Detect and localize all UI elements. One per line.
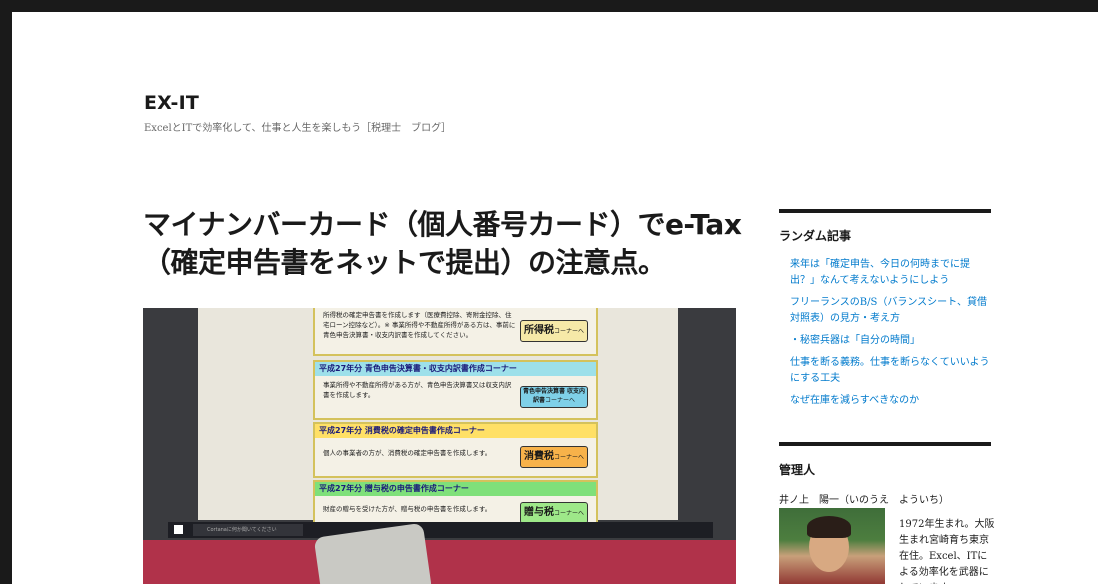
random-posts-title: ランダム記事 <box>779 229 852 243</box>
section-header: 平成27年分 消費税の確定申告書作成コーナー <box>315 424 596 438</box>
featured-image[interactable]: 所得税の確定申告書を作成します（医療費控除、寄附金控除、住宅ローン控除など）。※… <box>143 308 736 584</box>
random-post-link[interactable]: フリーランスのB/S（バランスシート、貸借対照表）の見方・考え方 <box>790 295 994 327</box>
author-widget-title: 管理人 <box>779 463 816 477</box>
author-name: 井ノ上 陽一（いのうえ よういち） <box>779 495 949 506</box>
section-income-tax: 所得税の確定申告書を作成します（医療費控除、寄附金控除、住宅ローン控除など）。※… <box>313 308 598 356</box>
widget-divider <box>779 442 991 446</box>
gift-tax-button: 贈与税コーナーへ <box>520 502 588 524</box>
section-blue-return: 平成27年分 青色申告決算書・収支内訳書作成コーナー 事業所得や不動産所得がある… <box>313 360 598 420</box>
section-gift-tax: 平成27年分 贈与税の申告書作成コーナー 財産の贈与を受けた方が、贈与税の申告書… <box>313 480 598 524</box>
site-description: ExcelとITで効率化して、仕事と人生を楽しもう［税理士 ブログ］ <box>144 123 452 134</box>
widget-divider <box>779 209 991 213</box>
consumption-tax-button: 消費税コーナーへ <box>520 446 588 468</box>
income-tax-button: 所得税コーナーへ <box>520 320 588 342</box>
windows-taskbar: Cortanaに何か聞いてください <box>168 522 713 538</box>
section-header: 平成27年分 青色申告決算書・収支内訳書作成コーナー <box>315 362 596 376</box>
blue-return-button: 青色申告決算書 収支内訳書コーナーへ <box>520 386 588 408</box>
monitor-screen: 所得税の確定申告書を作成します（医療費控除、寄附金控除、住宅ローン控除など）。※… <box>198 308 678 524</box>
random-post-link[interactable]: なぜ在庫を減らすべきなのか <box>790 393 994 409</box>
keyboard <box>143 540 736 584</box>
section-header: 平成27年分 贈与税の申告書作成コーナー <box>315 482 596 496</box>
cortana-search: Cortanaに何か聞いてください <box>193 524 303 536</box>
author-bio: 1972年生まれ。大阪生まれ宮崎育ち東京在住。Excel、ITによる効率化を武器… <box>899 519 995 584</box>
page: EX-IT ExcelとITで効率化して、仕事と人生を楽しもう［税理士 ブログ］… <box>12 12 1098 584</box>
random-post-link[interactable]: 仕事を断る義務。仕事を断らなくていいようにする工夫 <box>790 355 994 387</box>
random-post-link[interactable]: ・秘密兵器は「自分の時間」 <box>790 333 994 349</box>
random-posts-list: 来年は「確定申告、今日の何時までに提出？」なんて考えないようにしよう フリーラン… <box>790 257 994 415</box>
random-post-link[interactable]: 来年は「確定申告、今日の何時までに提出？」なんて考えないようにしよう <box>790 257 994 289</box>
windows-start-icon <box>174 525 183 534</box>
post-title[interactable]: マイナンバーカード（個人番号カード）でe-Tax（確定申告書をネットで提出）の注… <box>143 206 743 282</box>
site-title[interactable]: EX-IT <box>144 92 199 114</box>
section-consumption-tax: 平成27年分 消費税の確定申告書作成コーナー 個人の事業者の方が、消費税の確定申… <box>313 422 598 478</box>
author-avatar <box>779 508 885 584</box>
